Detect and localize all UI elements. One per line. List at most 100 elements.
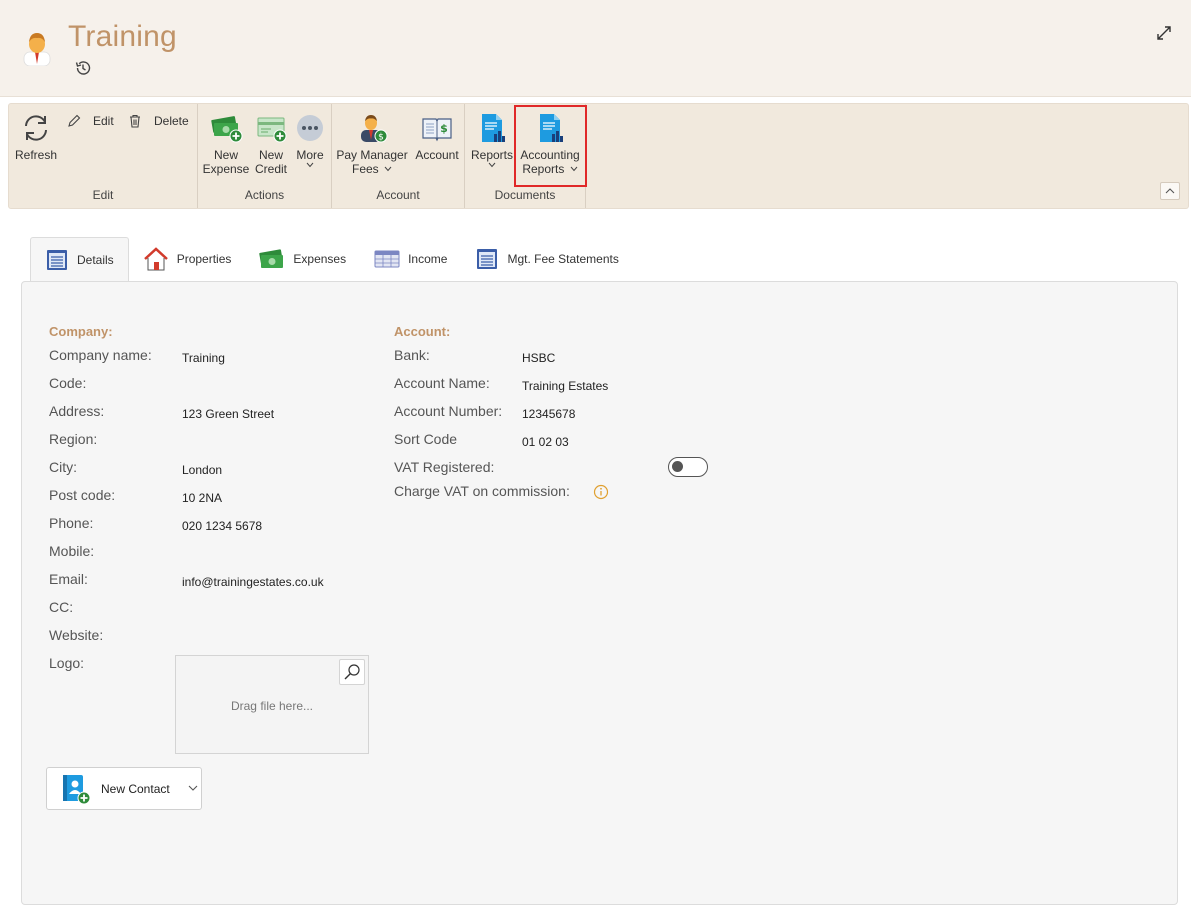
- account-number-value[interactable]: 12345678: [522, 407, 575, 421]
- house-icon: [143, 247, 168, 271]
- tab-mgt-fee-statements[interactable]: Mgt. Fee Statements: [461, 237, 632, 281]
- toolbar-ribbon: Refresh Edit Delete Edit New Expense New…: [8, 103, 1189, 209]
- details-list-icon: [47, 250, 67, 270]
- ribbon-group-label: Documents: [494, 188, 556, 202]
- bank-label: Bank:: [394, 347, 430, 363]
- cash-icon: [259, 249, 284, 268]
- account-number-label: Account Number:: [394, 403, 503, 419]
- collapse-ribbon-button[interactable]: [1160, 182, 1180, 200]
- tab-properties[interactable]: Properties: [129, 237, 246, 281]
- email-label: Email:: [49, 571, 88, 587]
- search-icon: [344, 664, 360, 680]
- company-name-value[interactable]: Training: [182, 351, 225, 365]
- phone-value[interactable]: 020 1234 5678: [182, 519, 262, 533]
- ribbon-group-edit: Refresh Edit Delete Edit: [9, 104, 198, 208]
- page-title: Training: [68, 20, 177, 53]
- account-name-label: Account Name:: [394, 375, 490, 391]
- logo-dropzone[interactable]: Drag file here...: [175, 655, 369, 754]
- tab-label: Expenses: [293, 252, 347, 266]
- city-label: City:: [49, 459, 77, 475]
- new-contact-label: New Contact: [101, 781, 170, 796]
- info-icon[interactable]: [593, 484, 609, 500]
- charge-vat-label: Charge VAT on commission:: [394, 483, 570, 499]
- email-value[interactable]: info@trainingestates.co.uk: [182, 575, 324, 589]
- dropzone-text: Drag file here...: [230, 699, 314, 713]
- pencil-icon: [68, 114, 81, 127]
- sort-code-label: Sort Code: [394, 431, 458, 447]
- contact-book-add-icon: [63, 774, 91, 804]
- account-label: Account: [415, 148, 459, 162]
- tab-details[interactable]: Details: [30, 237, 129, 282]
- detail-tabs: Details Properties Expenses Income Mgt. …: [30, 237, 633, 282]
- chevron-down-icon: [306, 162, 314, 168]
- bank-value[interactable]: HSBC: [522, 351, 555, 365]
- address-value[interactable]: 123 Green Street: [182, 407, 274, 421]
- report-document-icon: [482, 114, 505, 142]
- delete-label: Delete: [154, 114, 189, 128]
- chevron-up-icon: [1165, 188, 1175, 194]
- account-name-value[interactable]: Training Estates: [522, 379, 608, 393]
- address-label: Address:: [49, 403, 105, 419]
- pay-manager-label-2: Fees: [351, 162, 379, 176]
- svg-text:$: $: [440, 122, 448, 135]
- reports-label: Reports: [470, 148, 514, 162]
- manager-avatar-icon: [23, 33, 51, 66]
- new-expense-label-1: New: [213, 148, 238, 162]
- new-contact-button[interactable]: New Contact: [46, 767, 202, 810]
- account-button[interactable]: $ Account: [412, 112, 462, 162]
- more-dots-icon: [297, 115, 323, 141]
- trash-icon: [130, 114, 140, 128]
- vat-registered-toggle[interactable]: [668, 457, 708, 477]
- website-label: Website:: [49, 627, 104, 643]
- post-code-value[interactable]: 10 2NA: [182, 491, 222, 505]
- refresh-button[interactable]: Refresh: [15, 112, 57, 162]
- ribbon-group-label: Edit: [92, 188, 114, 202]
- ribbon-group-label: Actions: [244, 188, 285, 202]
- credit-add-icon: [257, 117, 287, 143]
- company-name-label: Company name:: [49, 347, 152, 363]
- statement-list-icon: [477, 249, 498, 269]
- selection-highlight: [514, 105, 587, 187]
- logo-label: Logo:: [49, 655, 85, 671]
- edit-button[interactable]: Edit: [67, 114, 114, 128]
- edit-label: Edit: [93, 114, 114, 128]
- pay-manager-fees-button[interactable]: $ Pay Manager Fees: [336, 112, 408, 176]
- tab-expenses[interactable]: Expenses: [245, 237, 360, 281]
- chevron-down-icon: [188, 785, 198, 791]
- refresh-label: Refresh: [15, 148, 58, 162]
- ribbon-group-account: $ Pay Manager Fees $ Account Account: [332, 104, 465, 208]
- ribbon-group-actions: New Expense New Credit More Actions: [198, 104, 332, 208]
- tab-income[interactable]: Income: [360, 237, 461, 281]
- account-section-title: Account:: [394, 324, 451, 339]
- chevron-down-icon: [488, 162, 496, 168]
- reports-button[interactable]: Reports: [469, 112, 515, 168]
- more-label: More: [296, 148, 324, 162]
- browse-file-button[interactable]: [339, 659, 365, 685]
- new-expense-label-2: Expense: [202, 162, 250, 176]
- more-button[interactable]: More: [292, 112, 328, 168]
- new-expense-button[interactable]: New Expense: [202, 112, 250, 176]
- tab-label: Details: [77, 253, 114, 267]
- toggle-knob: [672, 461, 683, 472]
- new-credit-label-1: New: [258, 148, 283, 162]
- ledger-book-icon: $: [422, 118, 452, 142]
- page-header: Training: [0, 0, 1191, 97]
- ribbon-group-label: Account: [376, 188, 420, 202]
- cc-label: CC:: [49, 599, 74, 615]
- expand-icon[interactable]: [1155, 24, 1173, 42]
- delete-button[interactable]: Delete: [128, 114, 189, 128]
- sort-code-value[interactable]: 01 02 03: [522, 435, 569, 449]
- chevron-down-icon: [384, 166, 392, 172]
- new-credit-button[interactable]: New Credit: [252, 112, 290, 176]
- tab-label: Properties: [176, 252, 232, 266]
- details-panel: Company: Company name: Training Code: Ad…: [21, 281, 1178, 905]
- svg-text:$: $: [378, 133, 384, 143]
- post-code-label: Post code:: [49, 487, 116, 503]
- phone-label: Phone:: [49, 515, 94, 531]
- tab-label: Mgt. Fee Statements: [507, 252, 619, 266]
- region-label: Region:: [49, 431, 98, 447]
- history-icon[interactable]: [74, 59, 92, 77]
- company-section-title: Company:: [49, 324, 113, 339]
- pay-manager-label-1: Pay Manager: [336, 148, 408, 162]
- city-value[interactable]: London: [182, 463, 222, 477]
